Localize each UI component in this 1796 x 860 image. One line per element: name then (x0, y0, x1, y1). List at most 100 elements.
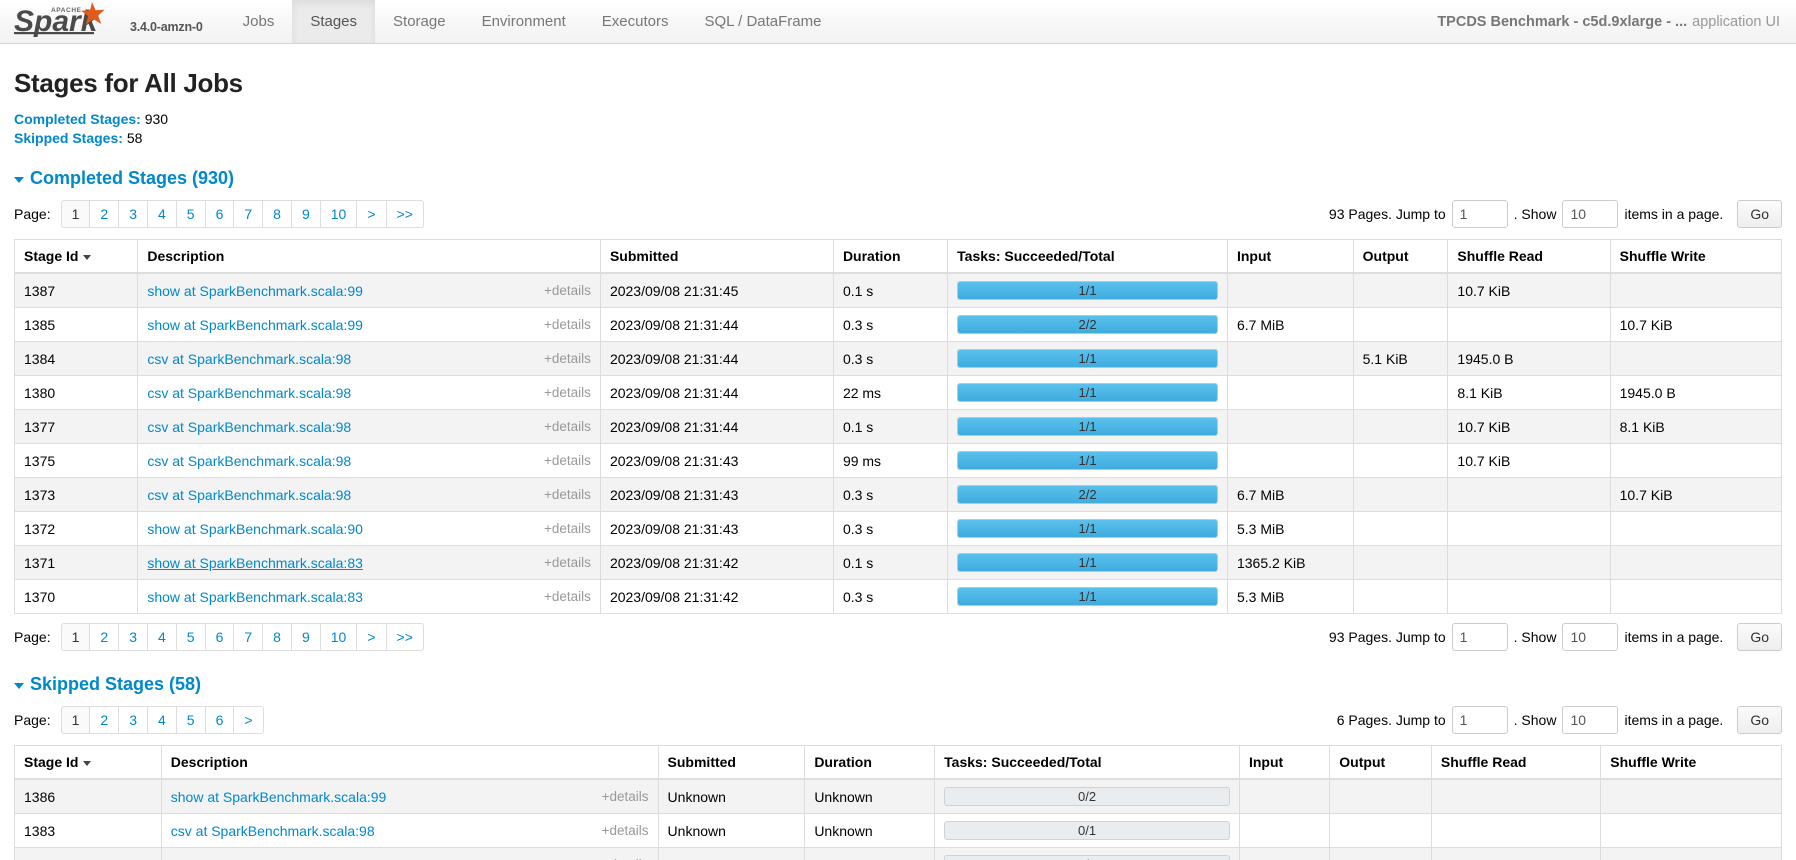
column-header-input[interactable]: Input (1226, 239, 1354, 274)
page-size-input[interactable] (1562, 200, 1619, 228)
page-button-bottom-next[interactable]: > (356, 623, 386, 651)
page-button-7[interactable]: 7 (233, 200, 263, 228)
page-button-bottom-4[interactable]: 4 (146, 623, 176, 651)
jump-to-page-input-bottom[interactable] (1451, 623, 1508, 651)
stage-description-link[interactable]: csv at SparkBenchmark.scala:98 (147, 385, 351, 401)
skipped-stages-label[interactable]: Skipped Stages: (14, 130, 123, 146)
skipped-page-button-1[interactable]: 1 (60, 706, 90, 734)
skipped-column-header-tasks[interactable]: Tasks: Succeeded/Total (934, 745, 1240, 780)
details-toggle-link[interactable]: +details (544, 589, 591, 604)
nav-item-sql-dataframe[interactable]: SQL / DataFrame (687, 0, 840, 43)
page-button-bottom-last[interactable]: >> (385, 623, 424, 651)
details-toggle-link[interactable]: +details (544, 555, 591, 570)
skipped-column-header-output[interactable]: Output (1329, 745, 1432, 780)
stage-description-link[interactable]: show at SparkBenchmark.scala:90 (147, 521, 363, 537)
page-button-bottom-5[interactable]: 5 (175, 623, 205, 651)
details-toggle-link[interactable]: +details (544, 487, 591, 502)
stage-description-link[interactable]: csv at SparkBenchmark.scala:98 (147, 487, 351, 503)
completed-stages-section-header[interactable]: Completed Stages (930) (14, 168, 1782, 189)
skipped-page-button-4[interactable]: 4 (146, 706, 176, 734)
details-toggle-link[interactable]: +details (544, 419, 591, 434)
go-button-skipped[interactable]: Go (1737, 706, 1782, 734)
jump-to-page-input[interactable] (1451, 200, 1508, 228)
page-button-3[interactable]: 3 (118, 200, 147, 228)
page-button-10[interactable]: 10 (319, 200, 357, 228)
column-header-description[interactable]: Description (137, 239, 601, 274)
stage-description-link[interactable]: show at SparkBenchmark.scala:99 (147, 283, 363, 299)
page-button-bottom-9[interactable]: 9 (290, 623, 320, 651)
stage-description-link[interactable]: show at SparkBenchmark.scala:99 (147, 317, 363, 333)
skipped-column-header-shuffle-read[interactable]: Shuffle Read (1430, 745, 1601, 780)
skipped-page-button-2[interactable]: 2 (89, 706, 119, 734)
task-progress-bar: 1/1 (957, 451, 1218, 470)
page-button-bottom-10[interactable]: 10 (319, 623, 357, 651)
stage-description-link[interactable]: csv at SparkBenchmark.scala:98 (171, 857, 375, 860)
page-button-4[interactable]: 4 (146, 200, 176, 228)
nav-item-jobs[interactable]: Jobs (225, 0, 293, 43)
skipped-stages-section-header[interactable]: Skipped Stages (58) (14, 674, 1782, 695)
page-button-bottom-8[interactable]: 8 (262, 623, 291, 651)
skipped-column-header-stage-id[interactable]: Stage Id (14, 745, 162, 780)
jump-to-page-input-skipped[interactable] (1451, 706, 1508, 734)
page-button-bottom-6[interactable]: 6 (204, 623, 234, 651)
duration-cell: 0.1 s (832, 545, 948, 580)
description-cell: csv at SparkBenchmark.scala:98 +details (137, 341, 601, 376)
page-button-2[interactable]: 2 (89, 200, 119, 228)
page-button-1[interactable]: 1 (60, 200, 90, 228)
column-header-tasks[interactable]: Tasks: Succeeded/Total (947, 239, 1228, 274)
nav-item-environment[interactable]: Environment (464, 0, 584, 43)
details-toggle-link[interactable]: +details (544, 521, 591, 536)
skipped-column-header-description[interactable]: Description (160, 745, 659, 780)
nav-item-executors[interactable]: Executors (584, 0, 687, 43)
details-toggle-link[interactable]: +details (544, 385, 591, 400)
task-progress-bar: 0/1 (944, 821, 1230, 840)
details-toggle-link[interactable]: +details (602, 823, 649, 838)
skipped-column-header-duration[interactable]: Duration (804, 745, 935, 780)
spark-logo-icon[interactable]: Spark APACHE (14, 0, 122, 38)
stage-description-link[interactable]: csv at SparkBenchmark.scala:98 (147, 351, 351, 367)
details-toggle-link[interactable]: +details (602, 789, 649, 804)
stage-description-link[interactable]: csv at SparkBenchmark.scala:98 (171, 823, 375, 839)
details-toggle-link[interactable]: +details (544, 317, 591, 332)
stage-description-link[interactable]: show at SparkBenchmark.scala:83 (147, 555, 363, 571)
details-toggle-link[interactable]: +details (544, 351, 591, 366)
page-button-bottom-3[interactable]: 3 (118, 623, 147, 651)
column-header-submitted[interactable]: Submitted (599, 239, 834, 274)
column-header-output[interactable]: Output (1352, 239, 1448, 274)
column-header-shuffle-write[interactable]: Shuffle Write (1609, 239, 1783, 274)
page-button-6[interactable]: 6 (204, 200, 234, 228)
skipped-column-header-submitted[interactable]: Submitted (657, 745, 805, 780)
skipped-page-button-next[interactable]: > (233, 706, 264, 734)
nav-item-storage[interactable]: Storage (375, 0, 464, 43)
stage-description-link[interactable]: show at SparkBenchmark.scala:99 (171, 789, 387, 805)
skipped-column-header-shuffle-write[interactable]: Shuffle Write (1600, 745, 1782, 780)
page-button-5[interactable]: 5 (175, 200, 205, 228)
nav-item-stages[interactable]: Stages (292, 0, 376, 43)
page-button-9[interactable]: 9 (290, 200, 320, 228)
task-progress-bar: 1/1 (957, 417, 1218, 436)
column-header-duration[interactable]: Duration (832, 239, 948, 274)
page-button-last[interactable]: >> (385, 200, 424, 228)
stage-description-link[interactable]: show at SparkBenchmark.scala:83 (147, 589, 363, 605)
details-toggle-link[interactable]: +details (544, 283, 591, 298)
page-button-bottom-7[interactable]: 7 (233, 623, 263, 651)
page-button-8[interactable]: 8 (262, 200, 291, 228)
stage-description-link[interactable]: csv at SparkBenchmark.scala:98 (147, 419, 351, 435)
page-button-bottom-1[interactable]: 1 (60, 623, 90, 651)
column-header-stage-id[interactable]: Stage Id (13, 239, 138, 274)
stage-description-link[interactable]: csv at SparkBenchmark.scala:98 (147, 453, 351, 469)
go-button-bottom[interactable]: Go (1737, 623, 1782, 651)
brand[interactable]: Spark APACHE 3.4.0-amzn-0 (0, 0, 203, 43)
column-header-shuffle-read[interactable]: Shuffle Read (1447, 239, 1611, 274)
go-button[interactable]: Go (1737, 200, 1782, 228)
page-button-next[interactable]: > (356, 200, 386, 228)
page-size-input-bottom[interactable] (1562, 623, 1619, 651)
skipped-page-button-6[interactable]: 6 (204, 706, 234, 734)
page-button-bottom-2[interactable]: 2 (89, 623, 119, 651)
skipped-column-header-input[interactable]: Input (1238, 745, 1330, 780)
skipped-page-button-3[interactable]: 3 (118, 706, 147, 734)
skipped-page-button-5[interactable]: 5 (175, 706, 205, 734)
completed-stages-label[interactable]: Completed Stages: (14, 111, 141, 127)
details-toggle-link[interactable]: +details (544, 453, 591, 468)
page-size-input-skipped[interactable] (1562, 706, 1619, 734)
